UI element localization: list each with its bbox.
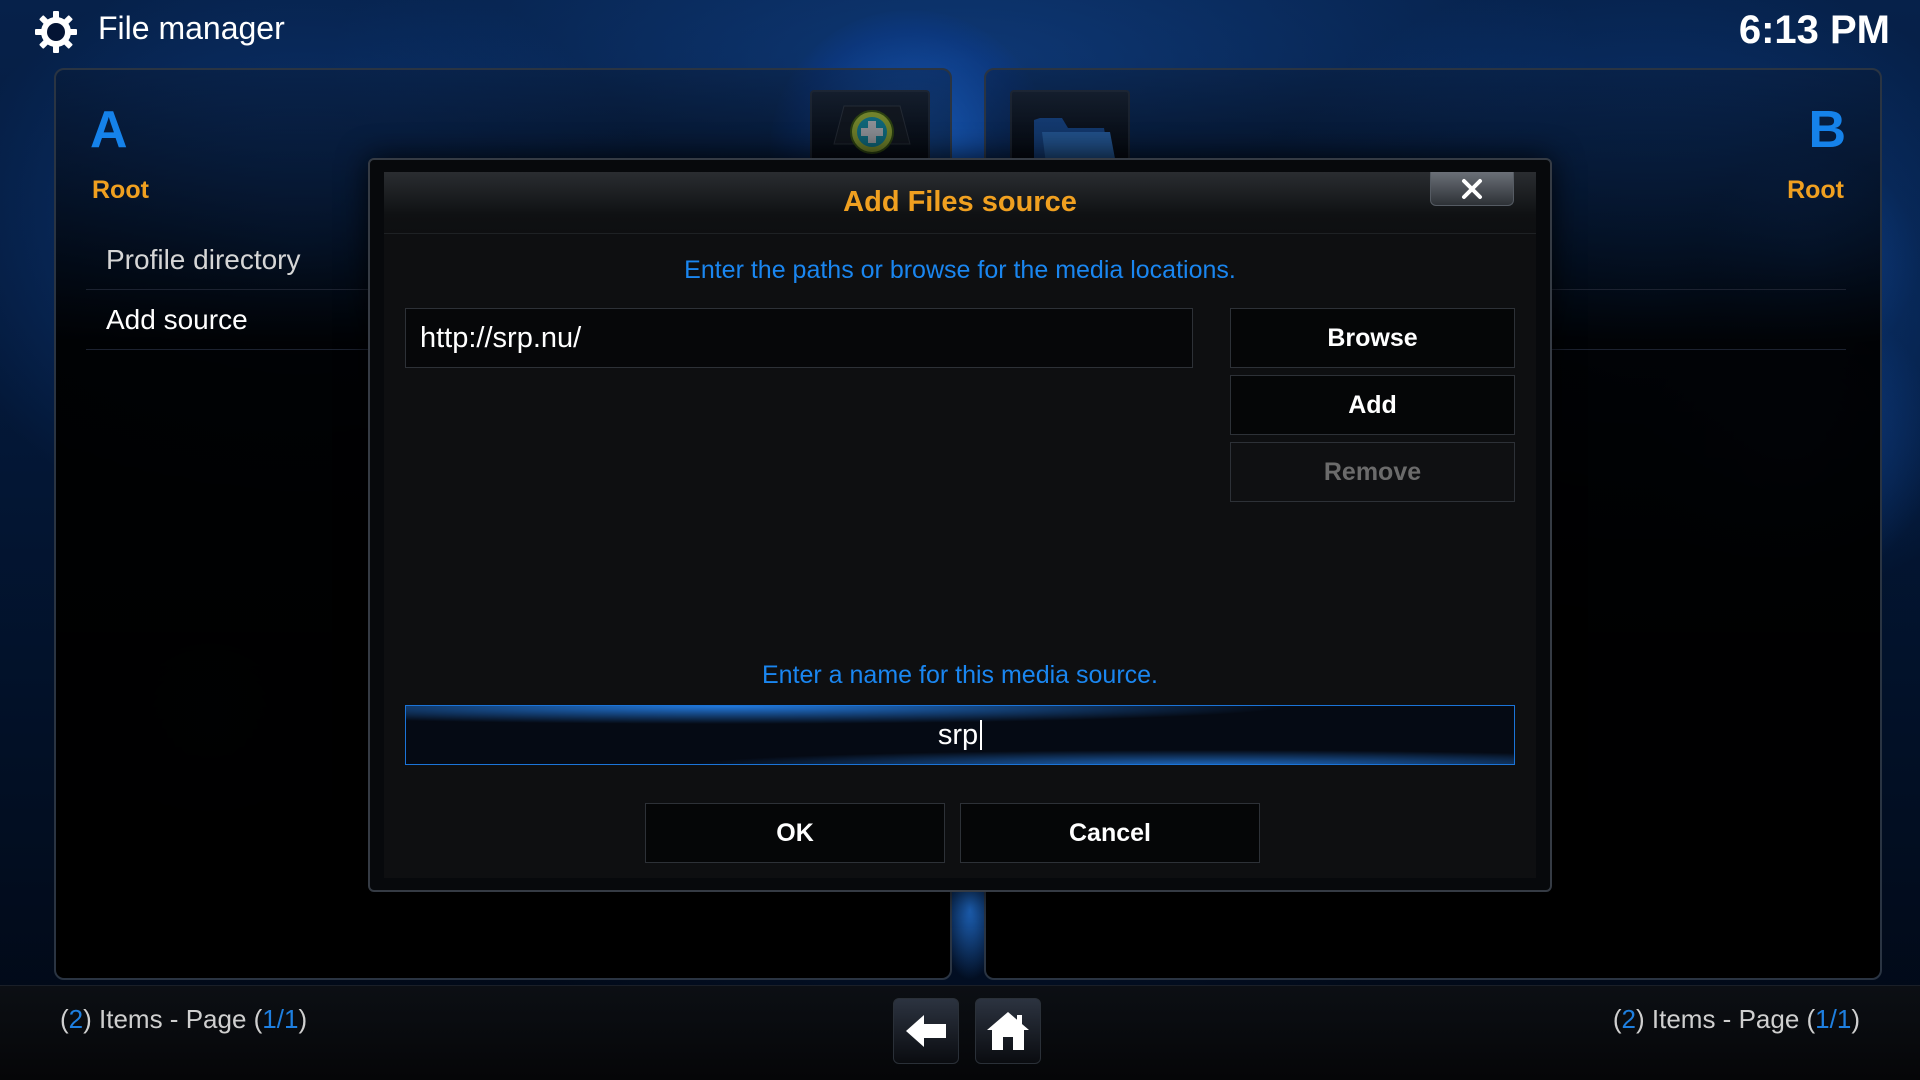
ok-button[interactable]: OK bbox=[645, 803, 945, 863]
browse-button[interactable]: Browse bbox=[1230, 308, 1515, 368]
home-button[interactable] bbox=[975, 998, 1041, 1064]
pane-letter: B bbox=[1808, 101, 1846, 159]
close-button[interactable] bbox=[1430, 172, 1514, 206]
pane-letter: A bbox=[90, 101, 128, 159]
page-value: 1/1 bbox=[1815, 1004, 1852, 1034]
items-count: (2) Items - Page (1/1) bbox=[1612, 1004, 1860, 1034]
item-count-value: 2 bbox=[68, 1004, 84, 1034]
path-list-item[interactable]: http://srp.nu/ bbox=[405, 308, 1193, 368]
item-count-value: 2 bbox=[1621, 1004, 1637, 1034]
source-name-value: srp bbox=[937, 718, 979, 751]
pane-location: Root bbox=[92, 176, 149, 204]
pane-location: Root bbox=[1787, 176, 1844, 204]
source-name-input[interactable]: srp bbox=[405, 705, 1515, 765]
back-arrow-icon bbox=[906, 1015, 946, 1047]
name-hint: Enter a name for this media source. bbox=[761, 661, 1159, 689]
page-value: 1/1 bbox=[262, 1004, 299, 1034]
paths-hint: Enter the paths or browse for the media … bbox=[684, 256, 1236, 284]
gear-icon bbox=[35, 11, 77, 53]
header: File manager 6:13 PM bbox=[0, 0, 1920, 64]
dialog-title: Add Files source bbox=[843, 186, 1077, 218]
home-icon bbox=[987, 1012, 1029, 1050]
items-count: (2) Items - Page (1/1) bbox=[60, 1004, 308, 1034]
back-button[interactable] bbox=[893, 998, 959, 1064]
text-caret bbox=[980, 720, 983, 750]
clock: 6:13 PM bbox=[1738, 8, 1890, 52]
page-title: File manager bbox=[98, 10, 285, 46]
remove-path-button[interactable]: Remove bbox=[1230, 442, 1515, 502]
close-icon bbox=[1462, 178, 1482, 199]
add-path-button[interactable]: Add bbox=[1230, 375, 1515, 435]
cancel-button[interactable]: Cancel bbox=[960, 803, 1260, 863]
